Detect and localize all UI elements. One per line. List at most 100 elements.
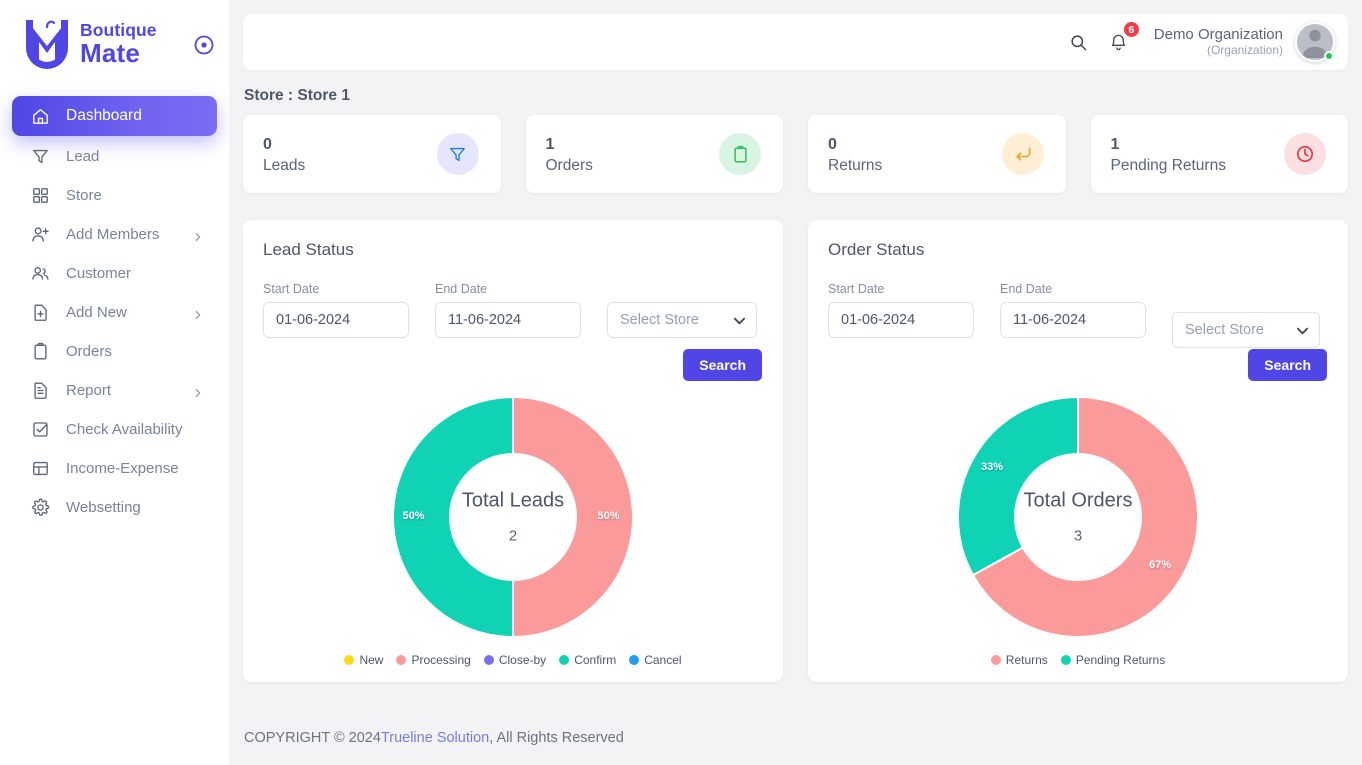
order-start-date-input[interactable] <box>828 302 974 338</box>
order-chart-legend: Returns Pending Returns <box>828 653 1328 667</box>
order-store-select-value: Select Store <box>1172 312 1320 348</box>
donut-slice[interactable] <box>392 395 514 639</box>
legend-item[interactable]: Close-by <box>483 653 546 667</box>
sidebar-item-websetting[interactable]: Websetting <box>12 488 217 526</box>
order-start-date-field: Start Date <box>828 282 974 338</box>
funnel-icon <box>436 133 479 175</box>
organization-info[interactable]: Demo Organization (Organization) <box>1154 26 1283 57</box>
order-search-button[interactable]: Search <box>1248 349 1327 381</box>
legend-color-dot <box>344 655 355 665</box>
legend-label: Processing <box>411 653 471 667</box>
lead-store-select-value: Select Store <box>607 302 757 338</box>
legend-label: Pending Returns <box>1075 653 1166 667</box>
user-plus-icon <box>30 224 50 244</box>
brand-text: Boutique Mate <box>80 19 157 69</box>
order-panel-title: Order Status <box>828 240 925 259</box>
sidebar-item-label: Lead <box>66 147 100 165</box>
stat-text: 1 Pending Returns <box>1111 133 1226 174</box>
chevron-right-icon <box>193 307 203 320</box>
stat-card-returns[interactable]: 0 Returns <box>808 115 1066 193</box>
brand-line2: Mate <box>80 38 141 69</box>
lead-search-button[interactable]: Search <box>683 349 762 381</box>
stat-text: 0 Returns <box>828 133 882 174</box>
stat-text: 1 Orders <box>546 133 593 174</box>
footer-link[interactable]: Trueline Solution <box>381 730 489 746</box>
order-store-select[interactable]: Select Store <box>1172 312 1320 348</box>
legend-item[interactable]: Pending Returns <box>1060 653 1166 667</box>
sidebar-item-lead[interactable]: Lead <box>12 137 217 175</box>
sidebar-item-check-availability[interactable]: Check Availability <box>12 410 217 448</box>
boutique-mate-logo-icon <box>16 15 78 73</box>
footer: COPYRIGHT © 2024 Trueline Solution, All … <box>243 710 1348 765</box>
stat-label: Pending Returns <box>1110 156 1226 174</box>
lead-search-row: Search <box>263 349 763 381</box>
legend-item[interactable]: Returns <box>990 653 1048 667</box>
legend-item[interactable]: Cancel <box>629 653 682 667</box>
sidebar-item-report[interactable]: Report <box>12 371 217 409</box>
donut-slice[interactable] <box>957 395 1079 577</box>
stat-card-leads[interactable]: 0 Leads <box>243 115 501 193</box>
sidebar: Boutique Mate Dashboard Lead Store Add Memb… <box>0 0 229 765</box>
layout-icon <box>30 458 50 478</box>
order-end-date-label: End Date <box>1000 282 1053 296</box>
stat-card-pending-returns[interactable]: 1 Pending Returns <box>1090 115 1348 193</box>
lead-chart-legend: New Processing Close-by Confirm Cancel <box>263 653 763 667</box>
sidebar-item-income-expense[interactable]: Income-Expense <box>12 449 217 487</box>
legend-item[interactable]: New <box>344 653 383 667</box>
lead-end-date-input[interactable] <box>435 302 581 338</box>
sidebar-item-add-members[interactable]: Add Members <box>12 215 217 253</box>
status-panels: Lead Status Start Date End Date Select S… <box>243 220 1348 682</box>
clipboard-icon <box>719 133 761 175</box>
notification-badge: 6 <box>1122 21 1140 38</box>
chevron-right-icon <box>193 385 203 398</box>
clipboard-icon <box>30 341 50 361</box>
sidebar-item-add-new[interactable]: Add New <box>12 293 217 331</box>
order-end-date-input[interactable] <box>1000 302 1146 338</box>
lead-panel-title: Lead Status <box>263 240 354 259</box>
sidebar-item-orders[interactable]: Orders <box>12 332 217 370</box>
legend-color-dot <box>629 655 640 665</box>
store-label: Store : Store 1 <box>244 87 350 104</box>
gear-icon <box>30 497 50 517</box>
order-start-date-label: Start Date <box>828 282 885 296</box>
sidebar-item-dashboard[interactable]: Dashboard <box>12 96 217 136</box>
sidebar-item-store[interactable]: Store <box>12 176 217 214</box>
organization-type: (Organization) <box>1206 42 1283 57</box>
avatar[interactable] <box>1295 22 1335 62</box>
legend-item[interactable]: Confirm <box>559 653 616 667</box>
lead-end-date-label: End Date <box>435 282 488 296</box>
stat-value: 0 <box>263 136 272 154</box>
sidebar-item-label: Report <box>66 381 112 399</box>
stat-value: 0 <box>828 136 837 154</box>
lead-filters: Start Date End Date Select Store <box>263 282 763 338</box>
chevron-right-icon <box>193 229 203 242</box>
order-status-donut-chart: 67% 33% Total Orders 3 <box>956 395 1200 639</box>
stat-label: Leads <box>263 156 306 174</box>
funnel-icon <box>30 146 50 166</box>
main-content: 6 Demo Organization (Organization) Store… <box>229 0 1362 765</box>
donut-slice[interactable] <box>512 395 634 639</box>
sidebar-item-customer[interactable]: Customer <box>12 254 217 292</box>
legend-color-dot <box>483 655 494 665</box>
legend-color-dot <box>1060 655 1071 665</box>
online-status-indicator <box>1324 51 1334 61</box>
sidebar-nav: Dashboard Lead Store Add Members Customer Add… <box>0 88 229 526</box>
lead-start-date-field: Start Date <box>263 282 409 338</box>
search-icon[interactable] <box>1066 29 1092 55</box>
sidebar-toggle-icon[interactable] <box>193 34 215 56</box>
brand-line1: Boutique <box>80 19 157 40</box>
legend-label: Confirm <box>574 653 617 667</box>
sidebar-item-label: Add Members <box>66 225 160 243</box>
return-arrow-icon <box>1001 133 1044 175</box>
sidebar-item-label: Store <box>66 186 102 204</box>
stat-card-orders[interactable]: 1 Orders <box>525 115 783 193</box>
bell-icon[interactable]: 6 <box>1106 21 1140 55</box>
order-status-panel: Order Status Start Date End Date Select … <box>808 220 1348 682</box>
lead-store-select[interactable]: Select Store <box>607 302 757 338</box>
legend-color-dot <box>990 655 1001 665</box>
users-icon <box>30 263 50 283</box>
lead-start-date-input[interactable] <box>263 302 409 338</box>
legend-item[interactable]: Processing <box>396 653 471 667</box>
sidebar-item-label: Websetting <box>66 498 141 516</box>
lead-status-panel: Lead Status Start Date End Date Select S… <box>243 220 783 682</box>
